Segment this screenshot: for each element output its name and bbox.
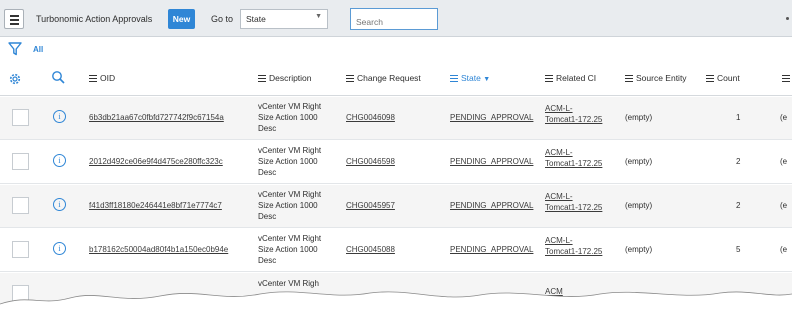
source-entity-cell: (empty) xyxy=(625,201,653,210)
info-icon[interactable]: i xyxy=(53,110,66,123)
table-row: i f41d3ff18180e246441e8bf71e7774c7 vCent… xyxy=(0,185,792,228)
goto-field-select[interactable]: State ▼ xyxy=(240,9,328,29)
torn-edge-decoration xyxy=(0,291,792,315)
related-ci-link[interactable]: ACM-L-Tomcat1-172.25 xyxy=(545,235,605,257)
caret-down-icon: ▼ xyxy=(315,13,322,20)
truncated-cell: (e xyxy=(780,201,788,210)
search-icon[interactable] xyxy=(51,70,65,84)
column-header-oid[interactable]: OID xyxy=(89,73,115,83)
column-header-source-entity[interactable]: Source Entity xyxy=(625,73,687,83)
count-cell: 2 xyxy=(736,201,741,210)
column-menu-icon[interactable] xyxy=(89,75,97,82)
list-title: Turbonomic Action Approvals xyxy=(36,14,153,24)
related-ci-link[interactable]: ACM-L-Tomcat1-172.25 xyxy=(545,191,605,213)
source-entity-cell: (empty) xyxy=(625,113,653,122)
count-cell: 5 xyxy=(736,245,741,254)
column-header-description[interactable]: Description xyxy=(258,73,312,83)
row-checkbox[interactable] xyxy=(12,153,29,170)
row-checkbox[interactable] xyxy=(12,197,29,214)
column-menu-icon[interactable] xyxy=(782,75,790,82)
state-link[interactable]: PENDING_APPROVAL xyxy=(450,157,533,166)
list-header-bar: Turbonomic Action Approvals New Go to St… xyxy=(0,0,792,37)
source-entity-cell: (empty) xyxy=(625,245,653,254)
truncated-cell: (e xyxy=(780,157,788,166)
info-icon[interactable]: i xyxy=(53,242,66,255)
column-menu-icon[interactable] xyxy=(706,75,714,82)
count-cell: 2 xyxy=(736,157,741,166)
table-row: i b178162c50004ad80f4b1a150ec0b94e vCent… xyxy=(0,229,792,272)
gear-icon[interactable] xyxy=(8,72,22,86)
description-cell: vCenter VM Right Size Action 1000 Desc xyxy=(258,234,322,265)
row-checkbox[interactable] xyxy=(12,241,29,258)
goto-label: Go to xyxy=(211,14,234,24)
description-cell: vCenter VM Right Size Action 1000 Desc xyxy=(258,190,322,221)
column-menu-icon[interactable] xyxy=(545,75,553,82)
funnel-icon[interactable] xyxy=(8,42,22,56)
row-checkbox[interactable] xyxy=(12,109,29,126)
column-header-truncated[interactable] xyxy=(782,73,792,83)
count-cell: 1 xyxy=(736,113,741,122)
change-request-link[interactable]: CHG0046098 xyxy=(346,113,395,122)
column-menu-icon[interactable] xyxy=(450,75,458,82)
oid-link[interactable]: 2012d492ce06e9f4d475ce280ffc323c xyxy=(89,157,223,166)
oid-link[interactable]: f41d3ff18180e246441e8bf71e7774c7 xyxy=(89,201,222,210)
column-menu-icon[interactable] xyxy=(346,75,354,82)
truncated-cell: (e xyxy=(780,245,788,254)
info-icon[interactable]: i xyxy=(53,198,66,211)
description-cell: vCenter VM Right Size Action 1000 Desc xyxy=(258,102,322,133)
source-entity-cell: (empty) xyxy=(625,157,653,166)
table-row: i 6b3db21aa67c0fbfd727742f9c67154a vCent… xyxy=(0,97,792,140)
sort-descending-icon: ▼ xyxy=(483,76,491,83)
oid-link[interactable]: b178162c50004ad80f4b1a150ec0b94e xyxy=(89,245,228,254)
table-row: i 2012d492ce06e9f4d475ce280ffc323c vCent… xyxy=(0,141,792,184)
more-options-icon[interactable] xyxy=(786,17,789,20)
state-link[interactable]: PENDING_APPROVAL xyxy=(450,113,533,122)
column-header-change-request[interactable]: Change Request xyxy=(346,73,421,83)
column-header-state[interactable]: State ▼ xyxy=(450,73,490,83)
column-header-related-ci[interactable]: Related CI xyxy=(545,73,596,83)
column-menu-icon[interactable] xyxy=(258,75,266,82)
state-link[interactable]: PENDING_APPROVAL xyxy=(450,201,533,210)
filter-all-breadcrumb[interactable]: All xyxy=(33,45,43,54)
column-header-count[interactable]: Count xyxy=(706,73,740,83)
related-ci-link[interactable]: ACM-L-Tomcat1-172.25 xyxy=(545,147,605,169)
goto-select-value: State xyxy=(246,14,266,24)
description-cell: vCenter VM Right Size Action 1000 Desc xyxy=(258,146,322,177)
state-link[interactable]: PENDING_APPROVAL xyxy=(450,245,533,254)
change-request-link[interactable]: CHG0045957 xyxy=(346,201,395,210)
info-icon[interactable]: i xyxy=(53,154,66,167)
truncated-cell: (e xyxy=(780,113,788,122)
oid-link[interactable]: 6b3db21aa67c0fbfd727742f9c67154a xyxy=(89,113,224,122)
column-menu-icon[interactable] xyxy=(625,75,633,82)
related-ci-link[interactable]: ACM-L-Tomcat1-172.25 xyxy=(545,103,605,125)
change-request-link[interactable]: CHG0046598 xyxy=(346,157,395,166)
new-button[interactable]: New xyxy=(168,9,195,29)
hamburger-icon[interactable] xyxy=(4,9,24,29)
search-input[interactable] xyxy=(350,8,438,30)
change-request-link[interactable]: CHG0045088 xyxy=(346,245,395,254)
